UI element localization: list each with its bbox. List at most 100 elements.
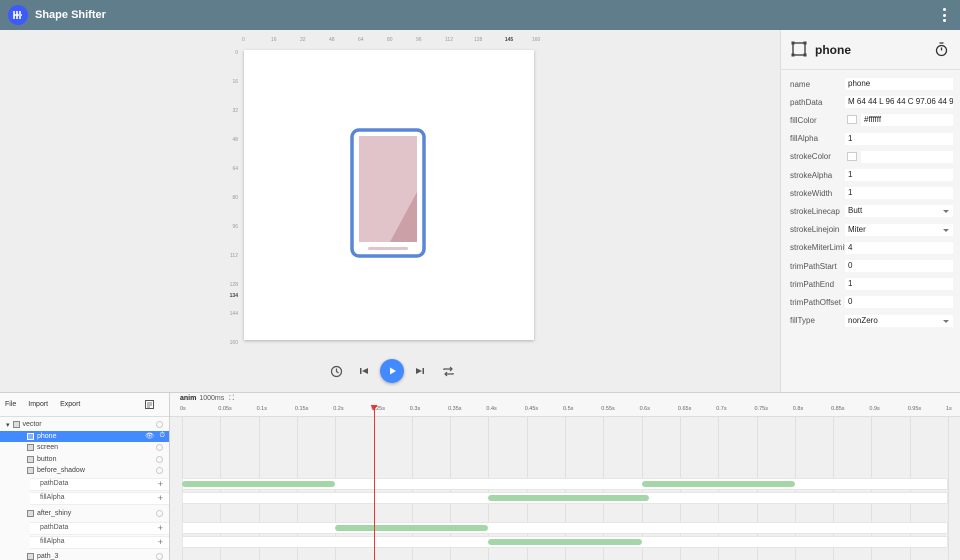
animation-block[interactable] [488,495,650,501]
layer-row-path-3[interactable]: path_3 [0,551,169,560]
property-value-fillalpha[interactable]: 1 [845,132,953,145]
color-swatch[interactable] [847,115,857,125]
layer-label: vector [22,421,42,428]
layer-row-screen[interactable]: screen [0,442,169,453]
animation-block[interactable] [182,481,336,487]
layer-row-button[interactable]: button [0,454,169,465]
property-value-trimpathoffset[interactable]: 0 [845,296,953,309]
add-keyframe-icon[interactable]: + [158,523,163,533]
property-value-fillcolor[interactable]: #ffffff [861,114,953,127]
layer-property-fillalpha: fillAlpha [40,494,65,501]
repeat-icon[interactable] [436,359,460,383]
visibility-eye-icon[interactable]: 👁 [145,432,154,440]
ruler-y-tick-label: 48 [232,137,238,143]
property-label: strokeColor [790,152,831,162]
ruler-x-tick-label: 128 [474,37,483,43]
property-row-strokecolor: strokeColor [781,148,960,166]
vertical-ruler: 0 16 32 48 64 80 96 112 128 134 144 160 [224,50,240,346]
ruler-y-tick-label: 64 [232,166,238,172]
canvas-area: 0 16 32 48 64 80 96 112 128 145 160 0 16 32 48 64 80 96 1… [0,30,780,392]
animate-timer-icon[interactable]: ⏱ [160,432,165,440]
timeline-tick-label: 0.9s [869,406,880,412]
ruler-x-tick-label: 160 [532,37,541,43]
playhead[interactable] [373,405,375,560]
timeline-track-after-shiny-pathData [182,521,948,534]
play-icon[interactable] [380,359,404,383]
horizontal-ruler: 0 16 32 48 64 80 96 112 128 145 160 [242,37,540,47]
color-swatch[interactable] [847,151,857,161]
property-value-trimpathstart[interactable]: 0 [845,260,953,272]
visibility-toggle-icon[interactable] [156,455,163,463]
more-vert-icon[interactable] [942,8,946,22]
property-value-filltype[interactable]: nonZero [845,314,953,327]
property-value-strokelinecap[interactable]: Butt [845,205,953,218]
property-value-pathdata[interactable]: M 64 44 L 96 44 C 97.06 44 98.08 44.42 9… [845,96,953,109]
layer-row-after-shiny[interactable]: after_shiny [0,508,169,519]
property-value-trimpathend[interactable]: 1 [845,278,953,291]
file-menu[interactable]: File [5,401,16,408]
ruler-x-tick-label: 32 [300,37,306,43]
timeline-tick-label: 0.15s [294,406,309,412]
add-layer-icon[interactable] [145,400,154,411]
add-keyframe-icon[interactable]: + [158,480,163,489]
phone-artwork[interactable] [244,50,534,340]
animation-name: anim [180,395,197,402]
ruler-x-tick-label: 96 [416,37,422,43]
expand-icon[interactable]: ⛶ [229,395,234,402]
export-menu[interactable]: Export [60,401,80,408]
skip-next-icon[interactable] [408,359,432,383]
animation-block[interactable] [335,524,489,531]
phone-button[interactable] [368,247,408,250]
layer-row-before-shadow[interactable]: before_shadow [0,465,169,476]
property-row-trimpathend: trimPathEnd 1 [781,275,960,293]
layer-property-pathdata: pathData [40,523,69,531]
skip-previous-icon[interactable] [352,359,376,383]
vector-layer-icon [12,421,20,428]
import-menu[interactable]: Import [28,401,48,408]
property-value-name[interactable]: phone [845,78,953,90]
timeline-tick-label: 0.85s [831,406,845,412]
visibility-toggle-icon[interactable] [156,467,163,474]
animation-name-block[interactable]: anim 1000ms ⛶ [180,395,234,403]
artwork-canvas[interactable] [244,50,534,340]
property-value-strokemiterlimit[interactable]: 4 [845,241,953,254]
shape-shifter-logo-icon [8,5,28,25]
visibility-toggle-icon[interactable] [156,444,163,451]
property-label: trimPathOffset [790,297,841,307]
property-label: name [790,79,811,89]
ruler-x-tick-label: 145 [504,37,514,43]
add-keyframe-icon[interactable]: + [158,494,163,503]
properties-panel: phone name phone pathData M 64 44 L 96 44 C… [780,30,960,392]
visibility-toggle-icon[interactable] [156,421,163,428]
animate-timer-icon[interactable] [935,42,948,59]
property-row-trimpathoffset: trimPathOffset 0 [781,293,960,311]
animation-block[interactable] [641,481,795,487]
timeline-grid-line [948,417,949,560]
property-value-strokealpha[interactable]: 1 [845,169,953,181]
property-value-strokewidth[interactable]: 1 [845,187,953,200]
property-row-trimpathstart: trimPathStart 0 [781,257,960,275]
ruler-y-tick-label: 16 [232,79,238,85]
visibility-toggle-icon[interactable] [156,553,163,560]
timeline-tick-label: 0.1s [256,406,267,412]
animation-block[interactable] [488,538,642,545]
property-row-strokemiterlimit: strokeMiterLimit 4 [781,239,960,257]
expand-arrow-icon[interactable]: ▾ [6,421,10,429]
property-row-name: name phone [781,75,960,93]
property-row-pathdata: pathData M 64 44 L 96 44 C 97.06 44 98.08… [781,93,960,111]
layer-label: screen [37,444,59,451]
property-value-strokelinejoin[interactable]: Miter [845,223,953,236]
ruler-y-tick-label: 128 [229,282,238,288]
property-row-fillcolor: fillColor #ffffff [781,111,960,129]
playback-speed-icon[interactable] [324,359,348,383]
property-value-strokecolor[interactable] [861,150,953,163]
visibility-toggle-icon[interactable] [156,510,163,517]
timeline-tick-label: 0.4s [486,406,497,412]
add-keyframe-icon[interactable]: + [158,537,163,547]
animation-duration: 1000ms [199,395,225,402]
app-toolbar: Shape Shifter [0,0,960,30]
ruler-y-tick-label: 144 [229,311,238,317]
property-label: strokeLinecap [790,206,840,216]
layer-row-phone[interactable]: phone 👁 ⏱ [0,430,169,442]
layer-row-vector[interactable]: ▾ vector [0,419,169,430]
